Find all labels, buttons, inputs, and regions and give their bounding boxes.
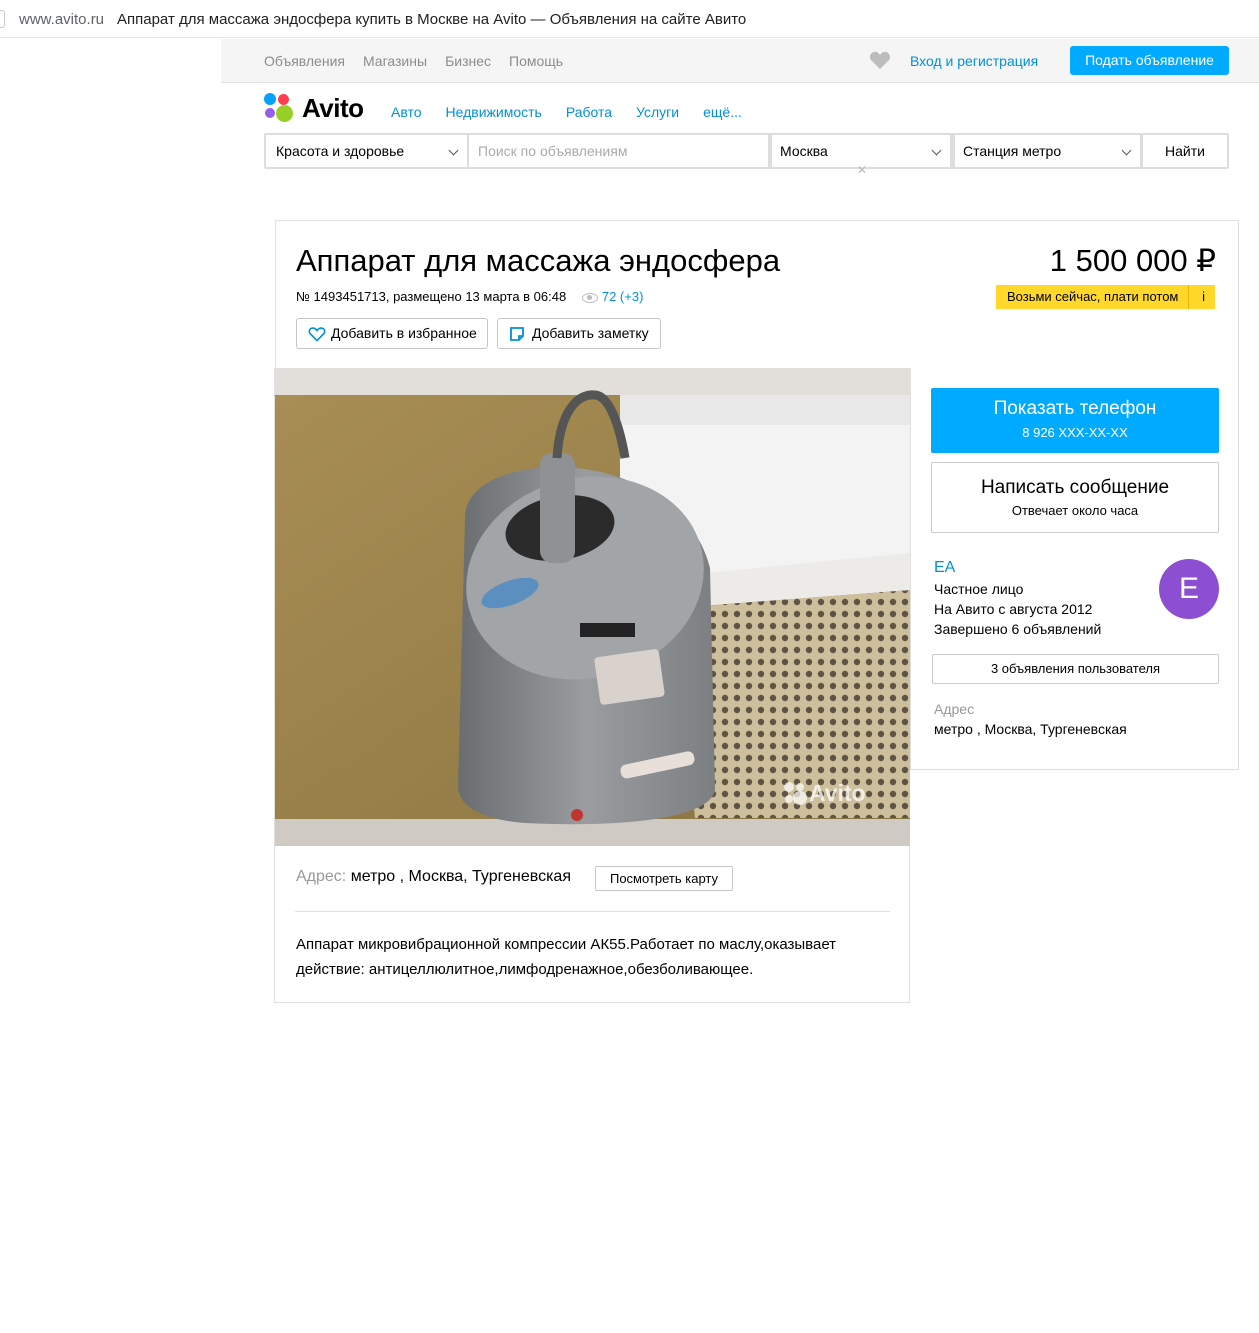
badge-divider bbox=[1188, 285, 1189, 309]
cat-realty[interactable]: Недвижимость bbox=[446, 104, 542, 120]
logo-wordmark: Avito bbox=[302, 93, 364, 123]
chevron-down-icon bbox=[448, 145, 459, 156]
cat-services[interactable]: Услуги bbox=[636, 104, 679, 120]
search-bar: Красота и здоровье Поиск по объявлениям … bbox=[264, 133, 1229, 169]
avatar[interactable]: E bbox=[1159, 559, 1219, 619]
item-address: Адрес: метро , Москва, Тургеневская bbox=[296, 868, 571, 886]
login-link[interactable]: Вход и регистрация bbox=[910, 53, 1038, 69]
item-description: Аппарат микровибрационной компрессии АК5… bbox=[296, 932, 896, 982]
write-message-button[interactable]: Написать сообщение Отвечает около часа bbox=[931, 462, 1219, 533]
avito-watermark: Avito bbox=[809, 780, 866, 806]
page-tab-title: Аппарат для массажа эндосфера купить в М… bbox=[117, 11, 747, 28]
item-title: Аппарат для массажа эндосфера bbox=[296, 243, 781, 278]
item-header: Аппарат для массажа эндосфера № 14934517… bbox=[275, 220, 1239, 369]
seller-panel: Показать телефон 8 926 XXX-XX-XX Написат… bbox=[910, 368, 1239, 770]
user-ads-button[interactable]: 3 объявления пользователя bbox=[932, 654, 1219, 684]
top-link-shops[interactable]: Магазины bbox=[363, 53, 427, 69]
seller-name[interactable]: EA bbox=[934, 559, 955, 577]
city-select-value: Москва bbox=[780, 143, 828, 159]
top-link-ads[interactable]: Объявления bbox=[264, 53, 345, 69]
address-key: Адрес: bbox=[296, 868, 347, 885]
top-link-help[interactable]: Помощь bbox=[509, 53, 563, 69]
description-line-2: действие: антицеллюлитное,лимфодренажное… bbox=[296, 961, 754, 978]
avito-logo[interactable]: Avito bbox=[264, 93, 374, 123]
search-submit-button[interactable]: Найти bbox=[1143, 135, 1227, 167]
item-photo[interactable]: Avito bbox=[274, 368, 910, 846]
logo-dots-icon bbox=[264, 93, 294, 123]
category-select[interactable]: Красота и здоровье bbox=[266, 135, 467, 167]
views-count: 72 (+3) bbox=[601, 289, 644, 304]
top-link-business[interactable]: Бизнес bbox=[445, 53, 491, 69]
seller-address-key: Адрес bbox=[934, 701, 975, 717]
phone-number-masked: 8 926 XXX-XX-XX bbox=[1022, 425, 1128, 440]
show-phone-button[interactable]: Показать телефон 8 926 XXX-XX-XX bbox=[931, 388, 1219, 453]
description-line-1: Аппарат микровибрационной компрессии АК5… bbox=[296, 936, 837, 953]
search-input[interactable]: Поиск по объявлениям bbox=[469, 135, 768, 167]
url-domain[interactable]: www.avito.ru bbox=[19, 11, 104, 28]
seller-address-value: метро , Москва, Тургеневская bbox=[934, 721, 1127, 737]
note-icon bbox=[510, 327, 524, 341]
item-meta: № 1493451713, размещено 13 марта в 06:48… bbox=[296, 289, 643, 304]
info-icon[interactable]: i bbox=[1202, 285, 1205, 309]
search-placeholder: Поиск по объявлениям bbox=[478, 143, 628, 159]
installment-badge[interactable]: Возьми сейчас, плати потом i bbox=[996, 285, 1215, 309]
cat-auto[interactable]: Авто bbox=[391, 104, 422, 120]
add-favorite-label: Добавить в избранное bbox=[331, 325, 477, 341]
top-navigation: Объявления Магазины Бизнес Помощь Вход и… bbox=[221, 39, 1259, 83]
divider bbox=[295, 911, 890, 912]
cat-jobs[interactable]: Работа bbox=[566, 104, 612, 120]
seller-type: Частное лицо bbox=[934, 581, 1024, 597]
installment-text: Возьми сейчас, плати потом bbox=[1007, 289, 1179, 304]
item-details: Адрес: метро , Москва, Тургеневская Посм… bbox=[274, 846, 910, 1003]
tab-edge[interactable] bbox=[0, 10, 5, 28]
show-phone-label: Показать телефон bbox=[993, 398, 1157, 419]
heart-outline-icon bbox=[308, 327, 326, 342]
category-nav: Авто Недвижимость Работа Услуги ещё... bbox=[391, 104, 742, 120]
post-ad-button[interactable]: Подать объявление bbox=[1070, 46, 1229, 75]
item-views[interactable]: 72 (+3) bbox=[580, 289, 644, 304]
add-favorite-button[interactable]: Добавить в избранное bbox=[296, 318, 488, 349]
add-note-button[interactable]: Добавить заметку bbox=[497, 318, 661, 349]
category-select-value: Красота и здоровье bbox=[276, 143, 405, 159]
metro-select-value: Станция метро bbox=[963, 143, 1062, 159]
address-value: метро , Москва, Тургеневская bbox=[350, 868, 571, 885]
favorites-heart-icon[interactable] bbox=[869, 50, 891, 70]
add-note-label: Добавить заметку bbox=[532, 325, 649, 341]
top-links: Объявления Магазины Бизнес Помощь bbox=[264, 53, 563, 69]
eye-icon bbox=[581, 292, 598, 303]
response-time: Отвечает около часа bbox=[1011, 503, 1139, 518]
browser-address-bar: www.avito.ru Аппарат для массажа эндосфе… bbox=[0, 0, 1259, 38]
item-price: 1 500 000 ₽ bbox=[1049, 243, 1216, 278]
seller-since: На Авито с августа 2012 bbox=[934, 601, 1093, 617]
clear-icon[interactable]: ✕ bbox=[857, 163, 867, 177]
watermark-dots-icon bbox=[784, 782, 808, 806]
view-map-button[interactable]: Посмотреть карту bbox=[595, 866, 733, 891]
massage-device-image bbox=[275, 368, 910, 846]
cat-more[interactable]: ещё... bbox=[703, 104, 742, 120]
chevron-down-icon bbox=[1121, 145, 1132, 156]
item-meta-text: № 1493451713, размещено 13 марта в 06:48 bbox=[296, 289, 567, 304]
seller-completed: Завершено 6 объявлений bbox=[934, 621, 1102, 637]
metro-select[interactable]: Станция метро bbox=[955, 135, 1140, 167]
chevron-down-icon bbox=[931, 145, 942, 156]
write-message-label: Написать сообщение bbox=[980, 477, 1170, 498]
